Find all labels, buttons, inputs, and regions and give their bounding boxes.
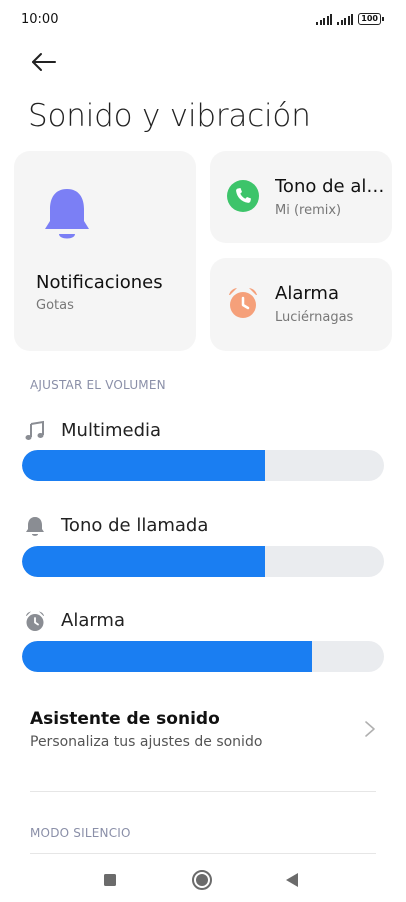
alarm-volume-slider[interactable] bbox=[22, 641, 384, 672]
alarm-clock-icon bbox=[26, 611, 44, 631]
chevron-right-icon bbox=[365, 721, 375, 737]
multimedia-label: Multimedia bbox=[61, 420, 162, 441]
alarm-volume-fill bbox=[22, 641, 312, 672]
status-time: 10:00 bbox=[21, 12, 59, 27]
circle-icon bbox=[192, 870, 212, 890]
multimedia-volume-slider[interactable] bbox=[22, 450, 384, 481]
nav-back-button[interactable] bbox=[280, 868, 304, 892]
ringtone-card[interactable]: Tono de alarma Mi (remix) bbox=[210, 151, 392, 243]
multimedia-volume-fill bbox=[22, 450, 265, 481]
status-bar: 10:00 100 bbox=[0, 0, 406, 40]
sound-assistant-title: Asistente de sonido bbox=[30, 709, 220, 729]
notifications-card[interactable]: Notificaciones Gotas bbox=[14, 151, 196, 351]
silent-mode-section-header: MODO SILENCIO bbox=[30, 826, 131, 840]
notifications-title: Notificaciones bbox=[36, 272, 163, 293]
arrow-left-icon bbox=[32, 53, 56, 71]
alarm-volume-label: Alarma bbox=[61, 610, 125, 631]
divider bbox=[30, 791, 376, 792]
ringtone-title: Tono de alarma bbox=[275, 176, 390, 197]
back-button[interactable] bbox=[28, 48, 60, 76]
signal-icon bbox=[337, 13, 354, 25]
phone-icon bbox=[227, 180, 259, 212]
ringtone-volume-label: Tono de llamada bbox=[61, 515, 209, 536]
bell-icon bbox=[26, 517, 44, 536]
divider bbox=[30, 853, 376, 854]
battery-level: 100 bbox=[358, 13, 381, 25]
battery-icon: 100 bbox=[358, 13, 384, 25]
notifications-subtitle: Gotas bbox=[36, 298, 74, 313]
alarm-clock-icon bbox=[229, 288, 257, 318]
ringtone-volume-fill bbox=[22, 546, 265, 577]
recents-button[interactable] bbox=[98, 868, 122, 892]
triangle-back-icon bbox=[286, 873, 298, 887]
volume-section-header: AJUSTAR EL VOLUMEN bbox=[30, 378, 166, 392]
ringtone-subtitle: Mi (remix) bbox=[275, 203, 342, 218]
music-note-icon bbox=[25, 420, 44, 440]
ringtone-volume-slider[interactable] bbox=[22, 546, 384, 577]
signal-icon bbox=[316, 13, 333, 25]
home-button[interactable] bbox=[190, 868, 214, 892]
page-title: Sonido y vibración bbox=[28, 98, 311, 134]
status-icons: 100 bbox=[316, 13, 384, 25]
alarm-subtitle: Luciérnagas bbox=[275, 310, 354, 325]
sound-assistant-row[interactable]: Asistente de sonido Personaliza tus ajus… bbox=[0, 696, 406, 766]
bell-icon bbox=[45, 189, 89, 239]
navigation-bar bbox=[0, 858, 406, 902]
alarm-card[interactable]: Alarma Luciérnagas bbox=[210, 258, 392, 351]
alarm-title: Alarma bbox=[275, 283, 339, 304]
sound-assistant-subtitle: Personaliza tus ajustes de sonido bbox=[30, 734, 263, 750]
square-icon bbox=[104, 874, 116, 886]
